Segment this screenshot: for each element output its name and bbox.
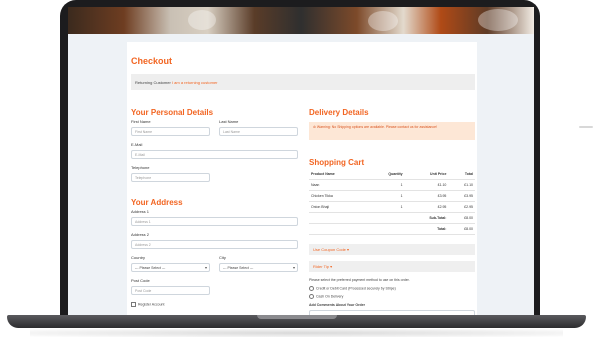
product-name: Chicken Tikka — [309, 190, 367, 202]
coupon-toggle[interactable]: Use Coupon Code ▾ — [309, 244, 475, 255]
country-label: Country — [131, 255, 146, 260]
address2-input[interactable]: Address 2 — [131, 240, 298, 249]
header-product: Product Name — [309, 169, 367, 180]
first-name-label: First Name — [131, 119, 151, 124]
comments-label: Add Comments About Your Order — [309, 303, 365, 307]
register-checkbox[interactable] — [131, 302, 136, 307]
card-radio[interactable] — [309, 286, 314, 291]
page-title: Checkout — [131, 56, 173, 66]
last-name-input[interactable]: Last Name — [219, 127, 298, 136]
product-qty: 1 — [366, 179, 405, 191]
cart-header-row: Product Name Quantity Unit Price Total — [309, 169, 475, 180]
payment-option-card[interactable]: Credit or Debit Card (Processed securely… — [309, 286, 396, 291]
total-row: Total: £8.00 — [309, 223, 475, 235]
personal-details-heading: Your Personal Details — [131, 108, 214, 117]
cash-radio[interactable] — [309, 294, 314, 299]
warning-text: Warning: No Shipping options are availab… — [316, 125, 438, 129]
address1-input[interactable]: Address 1 — [131, 217, 298, 226]
table-row: Onion Bhaji 1 £2.95 £2.95 — [309, 201, 475, 213]
dish-decoration — [478, 9, 518, 31]
checkout-panel: Checkout Returning Customer I am a retur… — [127, 42, 477, 315]
dish-decoration — [368, 11, 398, 31]
subtotal-value: £8.00 — [448, 212, 475, 224]
returning-customer-box: Returning Customer I am a returning cust… — [131, 74, 475, 90]
register-account-option[interactable]: Register Account — [131, 302, 164, 307]
telephone-label: Telephone — [131, 165, 150, 170]
post-code-input[interactable]: Post Code — [131, 286, 210, 295]
delivery-heading: Delivery Details — [309, 108, 369, 117]
rider-tip-toggle[interactable]: Rider Tip ▾ — [309, 261, 475, 272]
product-qty: 1 — [366, 190, 405, 202]
dish-decoration — [188, 10, 216, 30]
payment-option-cash[interactable]: Cash On Delivery — [309, 294, 343, 299]
product-unit-price: £2.95 — [404, 201, 449, 213]
product-total: £3.95 — [448, 190, 475, 202]
laptop-notch — [257, 315, 337, 319]
city-label: City — [219, 255, 226, 260]
card-option-label: Credit or Debit Card (Processed securely… — [316, 286, 396, 291]
email-label: E-Mail — [131, 142, 143, 147]
food-banner-image — [68, 7, 534, 34]
payment-instruction: Please select the preferred payment meth… — [309, 278, 410, 282]
table-row: Naan 1 £1.10 £1.10 — [309, 179, 475, 191]
product-name: Onion Bhaji — [309, 201, 367, 213]
header-quantity: Quantity — [366, 169, 405, 180]
subtotal-label: Sub-Total: — [404, 212, 449, 224]
product-qty: 1 — [366, 201, 405, 213]
header-total: Total — [448, 169, 475, 180]
register-account-label: Register Account — [138, 302, 165, 307]
header-unit-price: Unit Price — [404, 169, 449, 180]
shipping-warning: ⊘ Warning: No Shipping options are avail… — [309, 122, 475, 140]
laptop-base — [7, 315, 586, 328]
subtotal-row: Sub-Total: £8.00 — [309, 212, 475, 224]
total-value: £8.00 — [448, 223, 475, 235]
email-field[interactable]: E-Mail — [131, 150, 298, 159]
city-select[interactable]: --- Please Select --- — [219, 263, 298, 272]
address1-label: Address 1 — [131, 209, 150, 214]
table-row: Chicken Tikka 1 £3.95 £3.95 — [309, 190, 475, 202]
address2-label: Address 2 — [131, 232, 150, 237]
laptop-screen: Checkout Returning Customer I am a retur… — [68, 7, 534, 315]
laptop-shadow — [30, 329, 563, 337]
country-select[interactable]: --- Please Select --- — [131, 263, 210, 272]
returning-prefix: Returning Customer — [135, 80, 171, 85]
product-total: £2.95 — [448, 201, 475, 213]
stylus-decoration — [579, 126, 593, 128]
total-label: Total: — [404, 223, 449, 235]
post-code-label: Post Code — [131, 278, 150, 283]
last-name-label: Last Name — [219, 119, 239, 124]
product-total: £1.10 — [448, 179, 475, 191]
address-heading: Your Address — [131, 198, 183, 207]
shopping-cart-heading: Shopping Cart — [309, 158, 365, 167]
first-name-input[interactable]: First Name — [131, 127, 210, 136]
product-unit-price: £1.10 — [404, 179, 449, 191]
cart-table: Product Name Quantity Unit Price Total N… — [309, 169, 475, 235]
product-name: Naan — [309, 179, 367, 191]
telephone-input[interactable]: Telephone — [131, 173, 210, 182]
cash-option-label: Cash On Delivery — [316, 294, 344, 299]
product-unit-price: £3.95 — [404, 190, 449, 202]
returning-customer-link[interactable]: I am a returning customer — [172, 80, 218, 85]
